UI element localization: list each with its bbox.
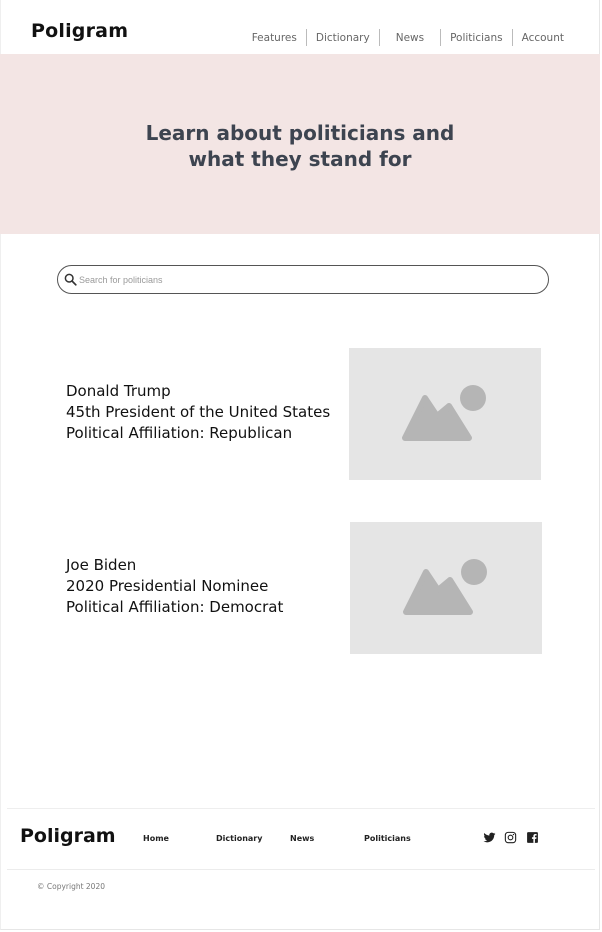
politician-name: Joe Biden	[66, 556, 137, 574]
logo[interactable]: Poligram	[31, 20, 128, 42]
hero-banner: Learn about politicians and what they st…	[0, 54, 600, 234]
nav-news[interactable]: News	[380, 30, 440, 46]
footer-link-dictionary[interactable]: Dictionary	[216, 834, 262, 843]
footer-divider	[7, 869, 595, 870]
footer-link-home[interactable]: Home	[143, 834, 169, 843]
politician-role: 45th President of the United States	[66, 403, 331, 421]
site-header: Poligram Features Dictionary News Politi…	[0, 12, 600, 54]
nav-features[interactable]: Features	[243, 30, 306, 46]
footer-divider	[7, 808, 595, 809]
politician-card-biden[interactable]: Joe Biden 2020 Presidential Nominee Poli…	[66, 555, 283, 618]
politician-card-trump[interactable]: Donald Trump 45th President of the Unite…	[66, 381, 330, 444]
footer-link-politicians[interactable]: Politicians	[364, 834, 411, 843]
facebook-icon[interactable]	[526, 831, 539, 844]
image-placeholder-icon	[403, 559, 487, 615]
top-nav: Features Dictionary News Politicians Acc…	[243, 29, 564, 46]
hero-title: Learn about politicians and what they st…	[145, 121, 455, 171]
politician-photo-trump[interactable]	[349, 348, 541, 480]
politician-photo-biden[interactable]	[350, 522, 542, 654]
footer-logo[interactable]: Poligram	[20, 825, 116, 847]
politician-affiliation: Political Affiliation: Democrat	[66, 598, 284, 616]
footer-link-news[interactable]: News	[290, 834, 314, 843]
politician-role: 2020 Presidential Nominee	[66, 577, 269, 595]
search-input[interactable]	[79, 274, 519, 285]
copyright-text: © Copyright 2020	[37, 882, 106, 891]
instagram-icon[interactable]	[504, 831, 517, 844]
twitter-icon[interactable]	[483, 831, 496, 844]
nav-politicians[interactable]: Politicians	[441, 30, 512, 46]
politician-affiliation: Political Affiliation: Republican	[66, 424, 293, 442]
nav-dictionary[interactable]: Dictionary	[307, 30, 379, 46]
politician-name: Donald Trump	[66, 382, 171, 400]
image-placeholder-icon	[402, 385, 486, 441]
nav-account[interactable]: Account	[513, 30, 564, 46]
search-icon	[64, 273, 77, 286]
search-bar[interactable]	[57, 265, 549, 294]
